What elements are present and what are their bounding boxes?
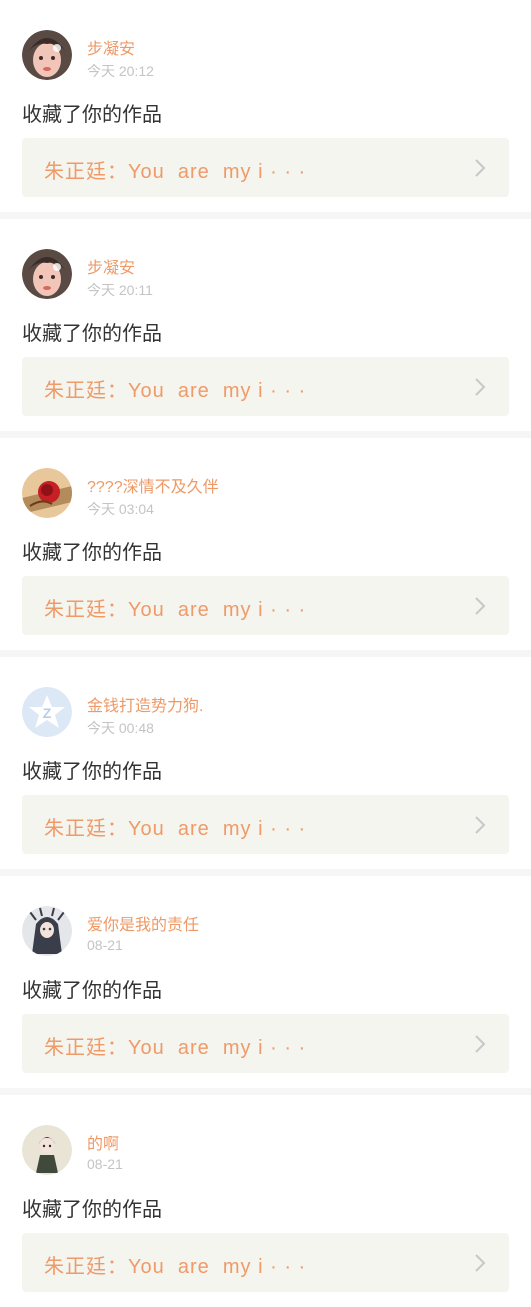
username[interactable]: 步凝安 [87, 35, 135, 59]
anime-dark-avatar[interactable] [22, 906, 72, 956]
chevron-right-icon [473, 1253, 487, 1273]
action-text: 收藏了你的作品 [22, 542, 162, 564]
timestamp: 今天 03:04 [87, 501, 154, 517]
work-preview-text: 朱正廷：You are my i · · · [44, 161, 307, 183]
list-item[interactable]: 步凝安 今天 20:11 收藏了你的作品 朱正廷：You are my i · … [0, 219, 531, 431]
username[interactable]: 的啊 [87, 1130, 119, 1154]
divider [0, 431, 531, 438]
username[interactable]: 爱你是我的责任 [87, 911, 199, 935]
anime-girl-avatar[interactable] [22, 1125, 72, 1175]
chevron-right-icon [473, 158, 487, 178]
action-text: 收藏了你的作品 [22, 1199, 162, 1221]
divider [0, 869, 531, 876]
notification-list: 步凝安 今天 20:12 收藏了你的作品 朱正廷：You are my i · … [0, 0, 531, 1307]
work-preview-link[interactable]: 朱正廷：You are my i · · · [22, 576, 509, 635]
list-item[interactable]: 的啊 08-21 收藏了你的作品 朱正廷：You are my i · · · [0, 1095, 531, 1307]
work-preview-text: 朱正廷：You are my i · · · [44, 1256, 307, 1278]
action-text: 收藏了你的作品 [22, 980, 162, 1002]
work-preview-link[interactable]: 朱正廷：You are my i · · · [22, 795, 509, 854]
default-star-avatar[interactable]: Z [22, 687, 72, 737]
chevron-right-icon [473, 1034, 487, 1054]
list-item[interactable]: ????深情不及久伴 今天 03:04 收藏了你的作品 朱正廷：You are … [0, 438, 531, 650]
work-preview-link[interactable]: 朱正廷：You are my i · · · [22, 357, 509, 416]
list-item[interactable]: Z 金钱打造势力狗. 今天 00:48 收藏了你的作品 朱正廷：You are … [0, 657, 531, 869]
action-text: 收藏了你的作品 [22, 323, 162, 345]
work-preview-text: 朱正廷：You are my i · · · [44, 599, 307, 621]
portrait-avatar[interactable] [22, 30, 72, 80]
rose-avatar[interactable] [22, 468, 72, 518]
chevron-right-icon [473, 815, 487, 835]
timestamp: 今天 20:11 [87, 282, 153, 298]
work-preview-text: 朱正廷：You are my i · · · [44, 1037, 307, 1059]
work-preview-link[interactable]: 朱正廷：You are my i · · · [22, 1233, 509, 1292]
timestamp: 今天 00:48 [87, 720, 154, 736]
chevron-right-icon [473, 377, 487, 397]
divider [0, 212, 531, 219]
username[interactable]: 金钱打造势力狗. [87, 692, 203, 716]
portrait-avatar[interactable] [22, 249, 72, 299]
timestamp: 08-21 [87, 1156, 123, 1172]
work-preview-text: 朱正廷：You are my i · · · [44, 380, 307, 402]
divider [0, 650, 531, 657]
username[interactable]: ????深情不及久伴 [87, 473, 219, 497]
action-text: 收藏了你的作品 [22, 761, 162, 783]
work-preview-text: 朱正廷：You are my i · · · [44, 818, 307, 840]
work-preview-link[interactable]: 朱正廷：You are my i · · · [22, 1014, 509, 1073]
divider [0, 1088, 531, 1095]
timestamp: 今天 20:12 [87, 63, 154, 79]
action-text: 收藏了你的作品 [22, 104, 162, 126]
timestamp: 08-21 [87, 937, 123, 953]
work-preview-link[interactable]: 朱正廷：You are my i · · · [22, 138, 509, 197]
list-item[interactable]: 爱你是我的责任 08-21 收藏了你的作品 朱正廷：You are my i ·… [0, 876, 531, 1088]
list-item[interactable]: 步凝安 今天 20:12 收藏了你的作品 朱正廷：You are my i · … [0, 0, 531, 212]
chevron-right-icon [473, 596, 487, 616]
username[interactable]: 步凝安 [87, 254, 135, 278]
svg-text:Z: Z [43, 705, 52, 721]
